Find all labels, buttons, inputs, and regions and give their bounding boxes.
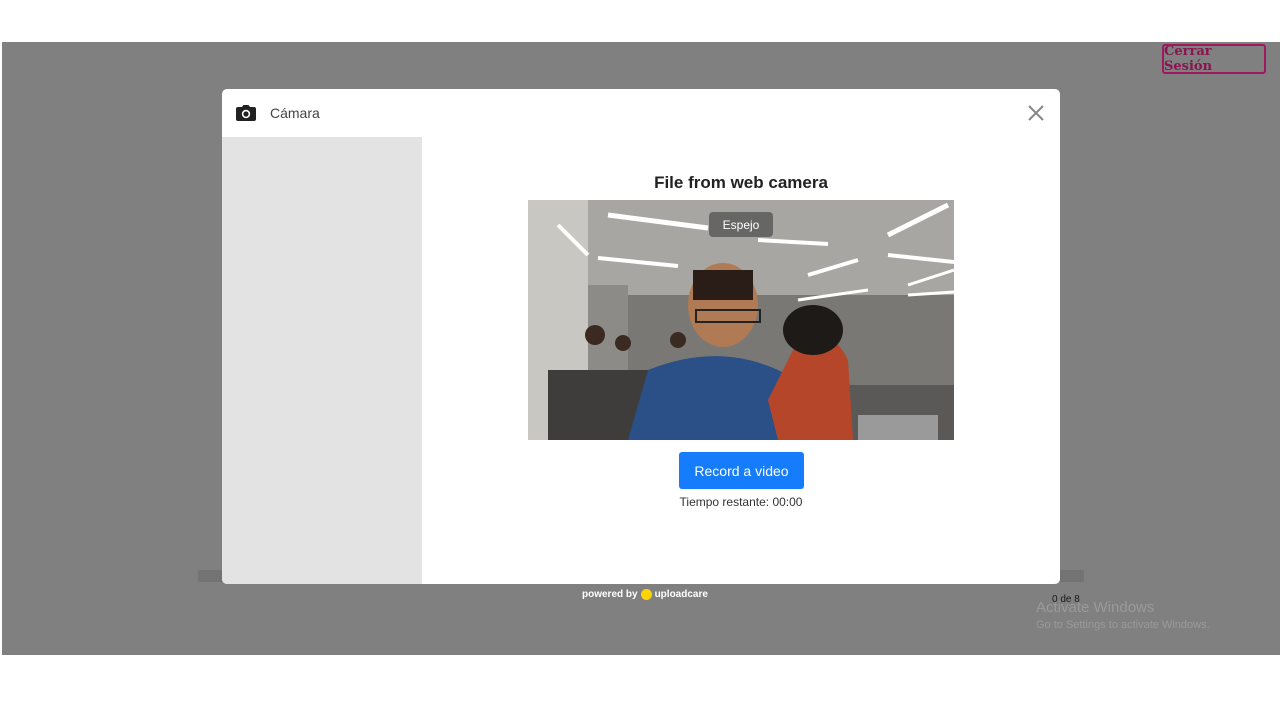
- mirror-button[interactable]: Espejo: [709, 212, 773, 237]
- webcam-preview: Espejo: [528, 200, 954, 440]
- camera-dialog: Cámara File from web camera Espejo Recor…: [222, 89, 1060, 584]
- camera-panel: File from web camera Espejo Record a vid…: [422, 137, 1060, 584]
- remaining-time: Tiempo restante: 00:00: [679, 495, 803, 509]
- dialog-title: Cámara: [270, 105, 320, 121]
- source-sidebar: [222, 137, 422, 584]
- panel-title: File from web camera: [654, 173, 828, 192]
- page-overlay: Cerrar Sesión 0 de 8 Activate Windows Go…: [2, 42, 1280, 655]
- logout-button[interactable]: Cerrar Sesión: [1162, 44, 1266, 74]
- windows-watermark-subtitle: Go to Settings to activate Windows.: [1036, 619, 1210, 631]
- record-video-button[interactable]: Record a video: [679, 452, 804, 489]
- windows-watermark-title: Activate Windows: [1036, 599, 1155, 616]
- powered-by-brand: uploadcare: [654, 589, 708, 600]
- dialog-header: Cámara: [222, 89, 1060, 137]
- powered-by-prefix: powered by: [582, 589, 638, 600]
- uploadcare-logo-icon: [640, 589, 652, 600]
- close-icon[interactable]: [1026, 103, 1046, 123]
- powered-by[interactable]: powered by uploadcare: [582, 589, 708, 600]
- camera-icon: [236, 105, 256, 121]
